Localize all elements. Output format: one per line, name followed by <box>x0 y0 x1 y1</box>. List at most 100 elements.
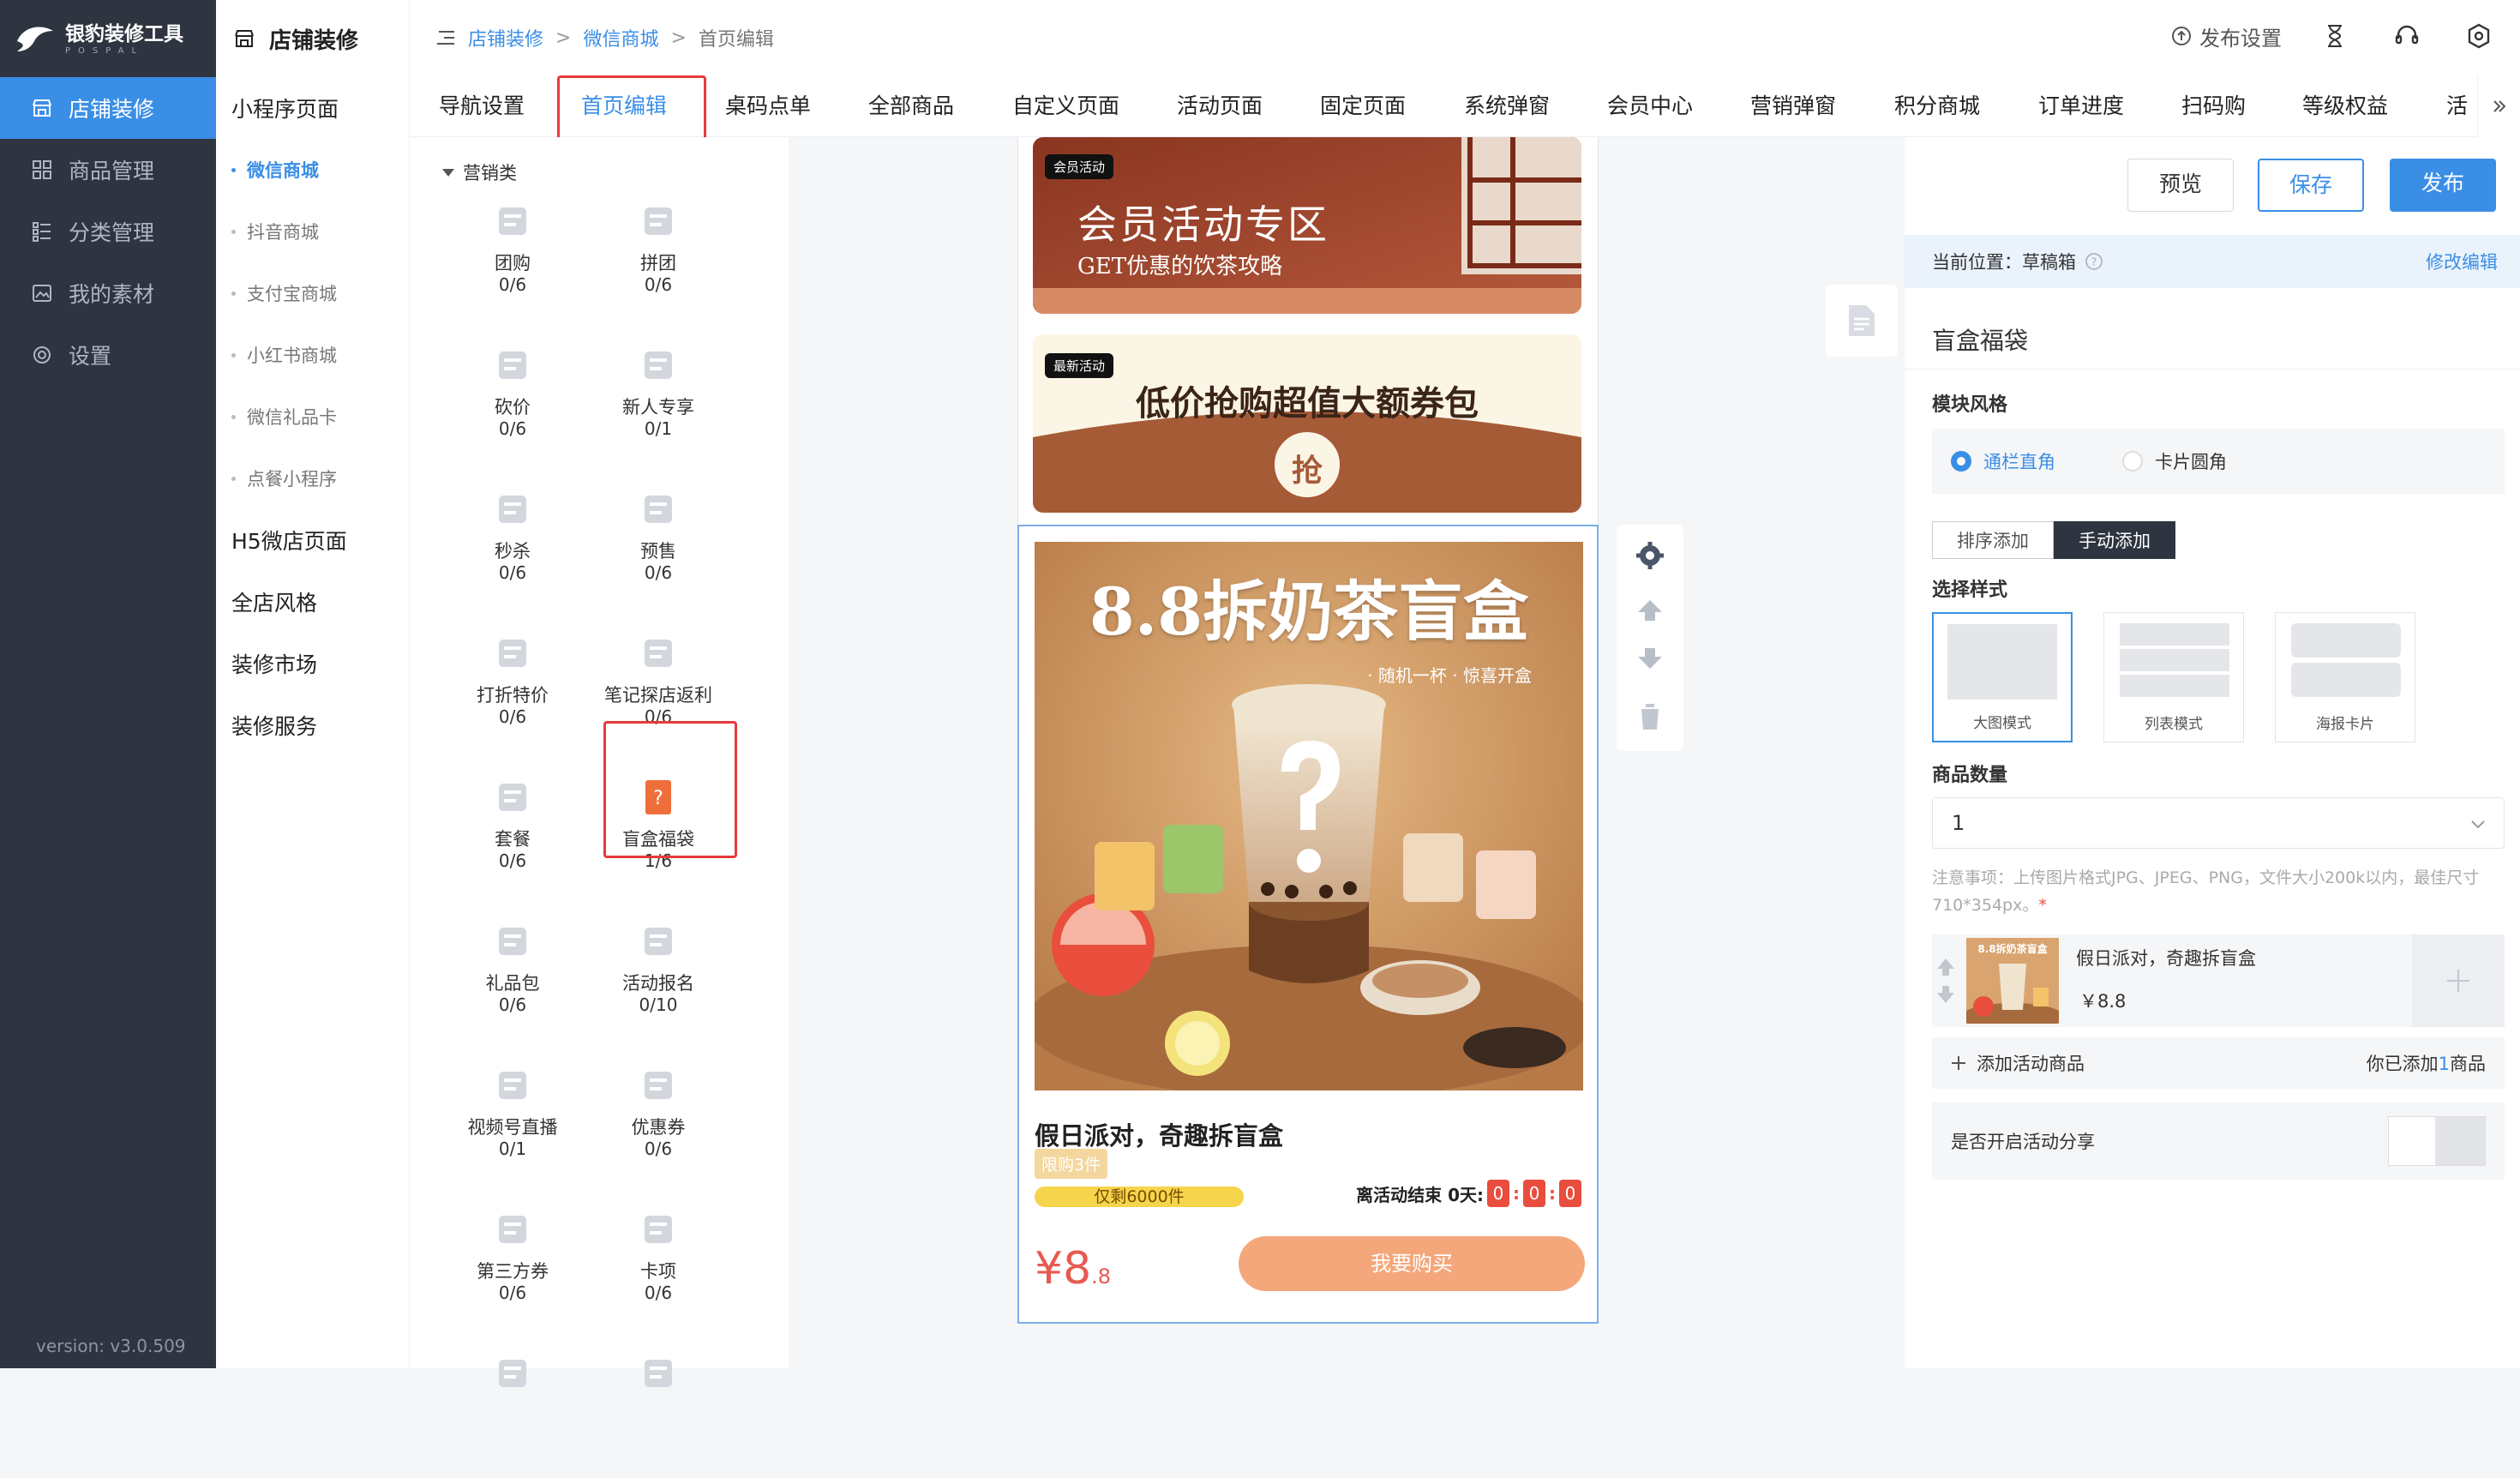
manual-add-option[interactable]: 手动添加 <box>2054 521 2175 559</box>
component-video[interactable]: 视频号直播 0/1 <box>444 1061 581 1190</box>
component-name: 礼品包 <box>485 973 540 994</box>
tab-all-products[interactable]: 全部商品 <box>868 75 954 136</box>
component-signup[interactable]: 活动报名 0/10 <box>590 917 727 1046</box>
tab-order-progress[interactable]: 订单进度 <box>2038 75 2124 136</box>
delete-module-button[interactable] <box>1617 682 1683 751</box>
panel-title: 盲盒福袋 <box>1932 327 2029 355</box>
help-icon[interactable]: ? <box>2085 252 2103 271</box>
tab-points-mall[interactable]: 积分商城 <box>1894 75 1980 136</box>
add-mode-toggle: 排序添加 手动添加 <box>1932 521 2175 559</box>
sub-group-market[interactable]: 装修市场 <box>216 633 409 694</box>
move-down-button[interactable] <box>1617 634 1683 682</box>
component-count: 0/6 <box>498 850 527 871</box>
nav-materials[interactable]: 我的素材 <box>0 262 216 324</box>
buy-now-button[interactable]: 我要购买 <box>1239 1236 1585 1291</box>
component-discount[interactable]: 打折特价 0/6 <box>444 629 581 758</box>
hourglass-button[interactable] <box>2316 17 2354 55</box>
nav-store-decoration[interactable]: 店铺装修 <box>0 77 216 139</box>
tab-fixed-page[interactable]: 固定页面 <box>1320 75 1406 136</box>
tab-level-rights[interactable]: 等级权益 <box>2302 75 2388 136</box>
share-toggle[interactable] <box>2388 1116 2486 1166</box>
component-coupon[interactable]: 优惠券 0/6 <box>590 1061 727 1190</box>
blind-box-highlight <box>603 721 737 858</box>
component-tag[interactable]: 砍价 0/6 <box>444 341 581 470</box>
puzzle-icon <box>645 207 672 235</box>
tab-custom-page[interactable]: 自定义页面 <box>1012 75 1119 136</box>
menu-fold-icon[interactable] <box>435 29 456 46</box>
sub-item-xiaohongshu-mall[interactable]: 小红书商城 <box>216 324 409 386</box>
sub-group-miniprogram[interactable]: 小程序页面 <box>216 77 409 139</box>
phone-preview: 会员活动 会员活动专区 GET优惠的饮茶攻略 最新活动 低价抢购超值大额券包 抢 <box>1017 137 1599 1368</box>
leopard-logo-icon <box>17 27 53 51</box>
component-card[interactable]: 卡项 0/6 <box>590 1205 727 1334</box>
component-gift[interactable]: 礼品包 0/6 <box>444 917 581 1046</box>
radio-card-rounded[interactable]: 卡片圆角 <box>2122 448 2227 474</box>
radio-full-width[interactable]: 通栏直角 <box>1951 448 2055 474</box>
sort-add-option[interactable]: 排序添加 <box>1932 521 2054 559</box>
component-mail[interactable] <box>590 1349 727 1478</box>
sub-group-h5[interactable]: H5微店页面 <box>216 509 409 571</box>
crumb-wechat-mall[interactable]: 微信商城 <box>583 24 658 51</box>
tab-more-cut[interactable]: 活 <box>2446 75 2468 136</box>
component-name: 团购 <box>495 253 531 273</box>
sub-item-wechat-giftcard[interactable]: 微信礼品卡 <box>216 386 409 448</box>
nav-categories[interactable]: 分类管理 <box>0 201 216 262</box>
tab-table-order[interactable]: 桌码点单 <box>725 75 811 136</box>
publish-button[interactable]: 发布 <box>2390 159 2496 212</box>
publish-settings-button[interactable]: 发布设置 <box>2170 21 2282 51</box>
style-label: 模块风格 <box>1932 394 2008 416</box>
component-group-buy[interactable]: 团购 0/6 <box>444 197 581 326</box>
component-group-header[interactable]: 营销类 <box>442 159 517 185</box>
product-price: ¥8.8 <box>1035 1245 1111 1301</box>
component-name: 预售 <box>640 541 676 562</box>
plus-icon <box>2447 970 2469 992</box>
component-mail[interactable] <box>444 1349 581 1478</box>
nav-settings[interactable]: 设置 <box>0 324 216 386</box>
sub-group-service[interactable]: 装修服务 <box>216 694 409 756</box>
member-activity-banner[interactable]: 会员活动 会员活动专区 GET优惠的饮茶攻略 <box>1033 137 1581 314</box>
preview-button[interactable]: 预览 <box>2127 159 2234 212</box>
support-button[interactable] <box>2388 17 2426 55</box>
added-suffix: 商品 <box>2450 1054 2486 1074</box>
edit-link[interactable]: 修改编辑 <box>2426 249 2498 274</box>
page-settings-button[interactable] <box>1826 285 1898 357</box>
component-ticket[interactable]: 第三方券 0/6 <box>444 1205 581 1334</box>
save-button[interactable]: 保存 <box>2258 159 2364 212</box>
tab-marketing-popup[interactable]: 营销弹窗 <box>1750 75 1836 136</box>
sub-group-store-style[interactable]: 全店风格 <box>216 571 409 633</box>
component-clock[interactable]: 预售 0/6 <box>590 485 727 614</box>
coupon-banner[interactable]: 最新活动 低价抢购超值大额券包 抢 <box>1033 334 1581 513</box>
style-big-image[interactable]: 大图模式 <box>1932 612 2073 742</box>
move-up-button[interactable] <box>1617 586 1683 634</box>
add-activity-product-button[interactable]: 添加活动商品 <box>1951 1050 2085 1076</box>
tab-activity-page[interactable]: 活动页面 <box>1177 75 1263 136</box>
sub-item-wechat-mall[interactable]: 微信商城 <box>216 139 409 201</box>
quantity-select[interactable]: 1 <box>1932 797 2505 849</box>
settings-button[interactable] <box>2460 17 2498 55</box>
reorder-arrows-icon[interactable] <box>1935 955 1956 1006</box>
tab-scan-buy[interactable]: 扫码购 <box>2181 75 2246 136</box>
nav-products[interactable]: 商品管理 <box>0 139 216 201</box>
module-settings-button[interactable] <box>1617 525 1683 586</box>
tabs-scroll-right[interactable] <box>2477 75 2520 137</box>
sub-item-order-miniprogram[interactable]: 点餐小程序 <box>216 448 409 509</box>
component-name: 卡项 <box>640 1261 676 1282</box>
component-combo[interactable]: 套餐 0/6 <box>444 773 581 902</box>
component-puzzle[interactable]: 拼团 0/6 <box>590 197 727 326</box>
blind-box-module[interactable]: 8.8拆奶茶盲盒 · 随机一杯 · 惊喜开盒 假日派对，奇趣拆盲盒 限购3件 仅… <box>1017 525 1599 1324</box>
component-new-user-tag[interactable]: 新人专享 0/1 <box>590 341 727 470</box>
style-list[interactable]: 列表模式 <box>2103 612 2244 742</box>
sub-item-douyin-mall[interactable]: 抖音商城 <box>216 201 409 262</box>
trash-icon <box>1639 704 1661 730</box>
tab-nav-settings[interactable]: 导航设置 <box>439 75 525 136</box>
crumb-store-decoration[interactable]: 店铺装修 <box>468 24 543 51</box>
add-item-button[interactable] <box>2412 934 2505 1027</box>
tab-member-center[interactable]: 会员中心 <box>1607 75 1693 136</box>
tab-system-popup[interactable]: 系统弹窗 <box>1464 75 1550 136</box>
clock-icon <box>645 496 672 523</box>
sub-item-alipay-mall[interactable]: 支付宝商城 <box>216 262 409 324</box>
brand-sub: POSPAL <box>65 46 145 56</box>
style-poster-card[interactable]: 海报卡片 <box>2275 612 2415 742</box>
banner-title: 低价抢购超值大额券包 <box>1136 383 1479 424</box>
component-lightning[interactable]: 秒杀 0/6 <box>444 485 581 614</box>
